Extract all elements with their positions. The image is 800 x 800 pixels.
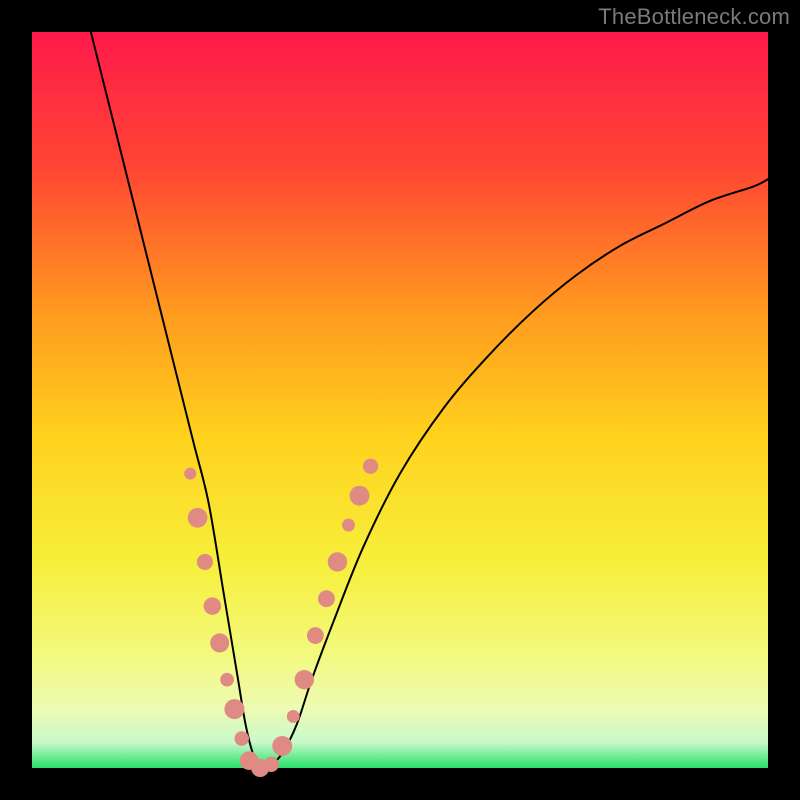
marker-dot — [307, 627, 324, 644]
marker-dot — [328, 552, 347, 571]
marker-dot — [287, 710, 300, 723]
marker-dot — [272, 736, 292, 756]
plot-background — [32, 32, 768, 768]
marker-dot — [363, 459, 378, 474]
marker-dot — [210, 633, 229, 652]
marker-dot — [204, 597, 222, 615]
marker-dot — [220, 673, 234, 687]
marker-dot — [184, 468, 196, 480]
marker-dot — [188, 508, 208, 528]
marker-dot — [264, 757, 279, 772]
marker-dot — [342, 519, 355, 532]
chart-svg — [0, 0, 800, 800]
marker-dot — [234, 731, 249, 746]
marker-dot — [318, 590, 335, 607]
chart-frame: TheBottleneck.com — [0, 0, 800, 800]
marker-dot — [350, 486, 370, 506]
marker-dot — [295, 670, 314, 689]
marker-dot — [197, 554, 213, 570]
marker-dot — [224, 699, 244, 719]
